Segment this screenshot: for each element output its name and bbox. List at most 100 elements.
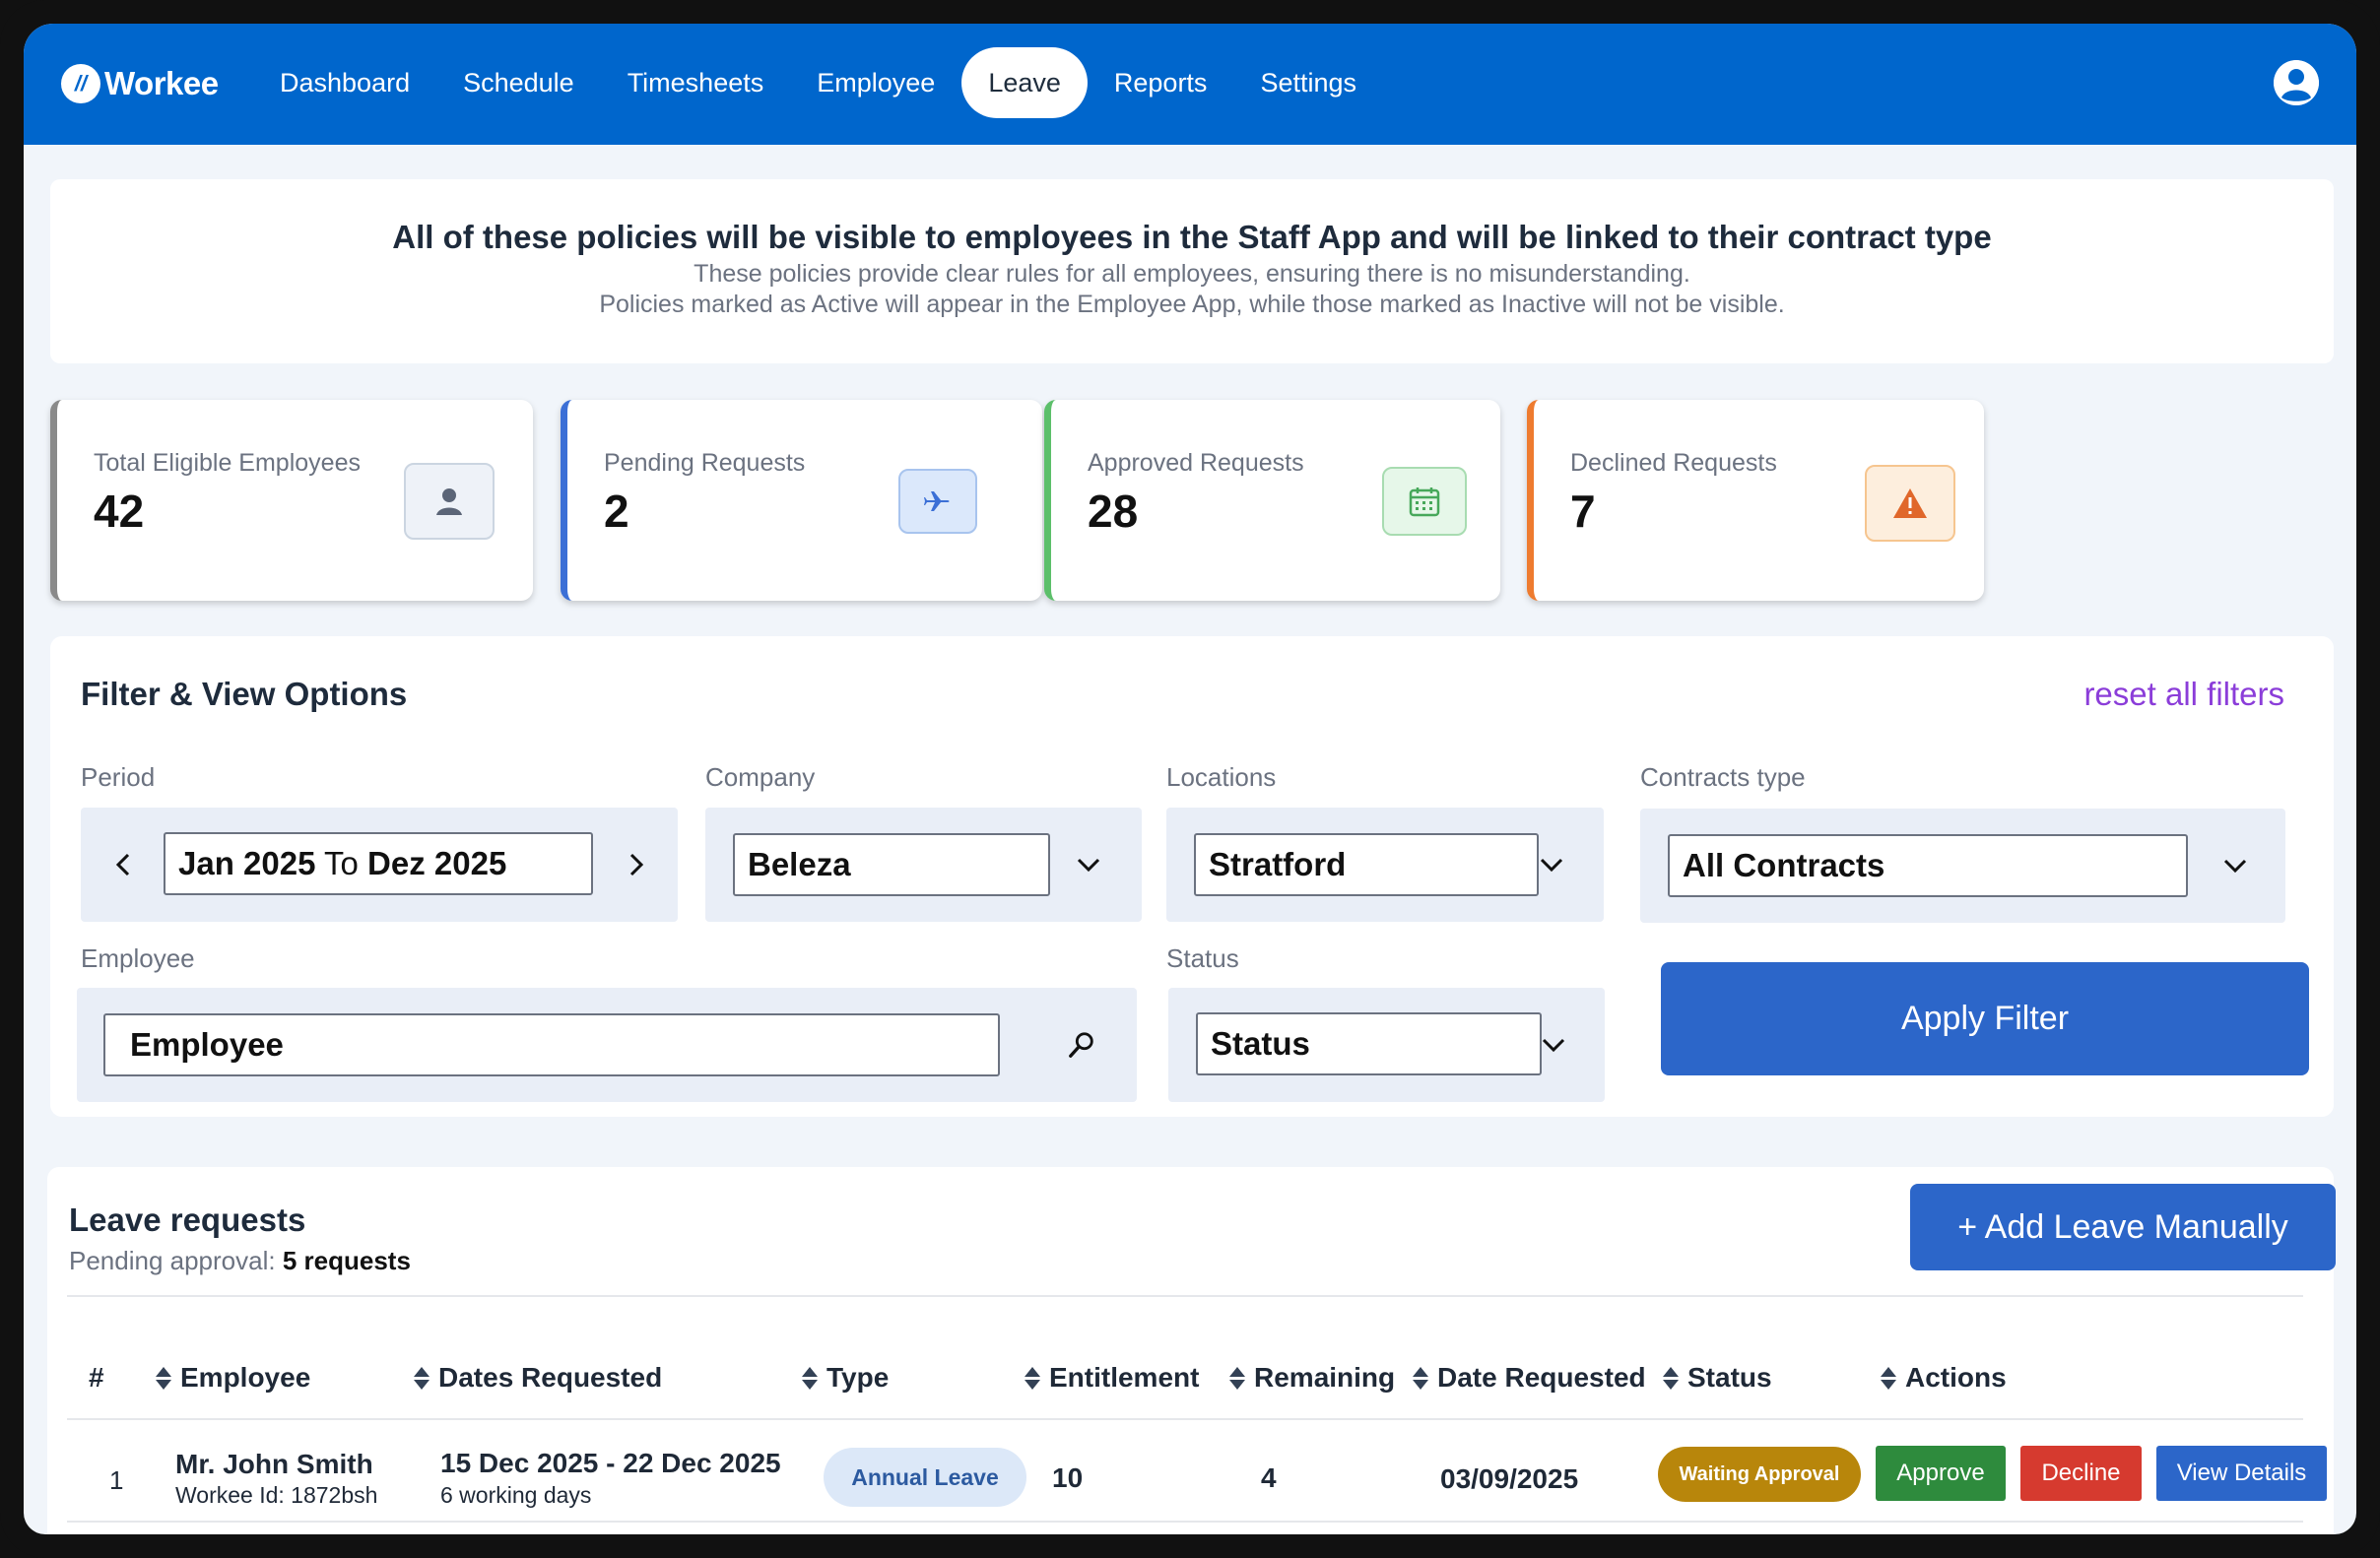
column-header-status[interactable]: Status: [1663, 1362, 1772, 1394]
column-header-remaining[interactable]: Remaining: [1229, 1362, 1395, 1394]
device-frame: // Workee Dashboard Schedule Timesheets …: [0, 0, 2380, 1558]
stat-label: Pending Requests: [604, 449, 806, 477]
status-label: Status: [1166, 943, 1239, 973]
remaining-value: 4: [1261, 1462, 1277, 1493]
user-circle-icon[interactable]: [2274, 60, 2319, 105]
workee-id: Workee Id: 1872bsh: [175, 1482, 378, 1508]
employee-name: Mr. John Smith: [175, 1449, 373, 1479]
employee-search-input[interactable]: Employee: [103, 1013, 1000, 1076]
row-index: 1: [109, 1465, 124, 1495]
stat-value: 2: [604, 486, 629, 537]
nav-links: Dashboard Schedule Timesheets Employee L…: [253, 47, 1383, 118]
period-field[interactable]: Jan 2025 To Dez 2025: [164, 832, 593, 895]
dates-requested: 15 Dec 2025 - 22 Dec 2025: [440, 1448, 781, 1478]
period-label: Period: [81, 762, 156, 792]
app-logo[interactable]: // Workee: [61, 64, 219, 103]
sort-icon: [156, 1366, 171, 1390]
sort-icon: [1663, 1366, 1679, 1390]
column-header-type[interactable]: Type: [802, 1362, 889, 1394]
contracts-label: Contracts type: [1640, 762, 1806, 792]
add-leave-manually-button[interactable]: + Add Leave Manually: [1910, 1184, 2336, 1270]
banner-title: All of these policies will be visible to…: [392, 219, 1992, 255]
company-value: Beleza: [733, 833, 1050, 896]
nav-item-leave[interactable]: Leave: [961, 47, 1088, 118]
status-badge: Waiting Approval: [1658, 1447, 1861, 1502]
pending-summary: Pending approval: 5 requests: [69, 1246, 411, 1276]
nav-item-employee[interactable]: Employee: [790, 47, 961, 118]
nav-item-schedule[interactable]: Schedule: [436, 47, 601, 118]
column-header-actions[interactable]: Actions: [1881, 1362, 2007, 1394]
decline-button[interactable]: Decline: [2020, 1446, 2142, 1501]
filter-panel-title: Filter & View Options: [81, 676, 408, 712]
status-select[interactable]: Status: [1168, 988, 1605, 1102]
column-header-dates[interactable]: Dates Requested: [414, 1362, 662, 1394]
stat-label: Declined Requests: [1570, 449, 1777, 477]
stat-card-pending: Pending Requests 2: [561, 400, 1042, 601]
calendar-icon: [1382, 467, 1467, 536]
date-requested-value: 03/09/2025: [1440, 1463, 1579, 1494]
status-value: Status: [1196, 1012, 1542, 1075]
leave-type-badge: Annual Leave: [824, 1448, 1026, 1507]
employee-label: Employee: [81, 943, 195, 973]
banner-line-1: These policies provide clear rules for a…: [694, 260, 1690, 288]
company-label: Company: [705, 762, 816, 792]
employee-search: Employee: [77, 988, 1137, 1102]
contracts-value: All Contracts: [1668, 834, 2188, 897]
stat-card-approved: Approved Requests 28: [1044, 400, 1500, 601]
nav-item-timesheets[interactable]: Timesheets: [601, 47, 791, 118]
policy-info-banner: All of these policies will be visible to…: [50, 179, 2334, 363]
leave-requests-panel: Leave requests Pending approval: 5 reque…: [47, 1167, 2336, 1534]
divider: [67, 1521, 2303, 1523]
stat-value: 28: [1088, 486, 1139, 537]
apply-filter-button[interactable]: Apply Filter: [1661, 962, 2309, 1075]
column-header-date-requested[interactable]: Date Requested: [1413, 1362, 1646, 1394]
stat-value: 7: [1570, 486, 1596, 537]
filter-panel: Filter & View Options reset all filters …: [50, 636, 2334, 1117]
nav-item-reports[interactable]: Reports: [1088, 47, 1234, 118]
column-header-entitlement[interactable]: Entitlement: [1025, 1362, 1199, 1394]
stat-value: 42: [94, 486, 145, 537]
logo-icon: //: [61, 64, 100, 103]
sort-icon: [414, 1366, 430, 1390]
app-screen: // Workee Dashboard Schedule Timesheets …: [24, 24, 2356, 1534]
stat-card-declined: Declined Requests 7: [1527, 400, 1984, 601]
period-from: Jan 2025: [178, 845, 316, 881]
period-joiner: To: [315, 845, 368, 881]
locations-label: Locations: [1166, 762, 1277, 792]
pending-count: 5 requests: [282, 1246, 411, 1275]
plane-icon: [898, 469, 977, 534]
chevron-left-icon[interactable]: [108, 850, 138, 879]
sort-icon: [802, 1366, 818, 1390]
user-icon: [404, 463, 495, 540]
reset-filters-link[interactable]: reset all filters: [2083, 676, 2284, 713]
stat-card-total-eligible: Total Eligible Employees 42: [50, 400, 533, 601]
locations-select[interactable]: Stratford: [1166, 808, 1604, 922]
view-details-button[interactable]: View Details: [2156, 1446, 2327, 1501]
nav-item-dashboard[interactable]: Dashboard: [253, 47, 436, 118]
stat-label: Total Eligible Employees: [94, 449, 361, 477]
stat-label: Approved Requests: [1088, 449, 1304, 477]
sort-icon: [1025, 1366, 1040, 1390]
contracts-select[interactable]: All Contracts: [1640, 809, 2285, 923]
approve-button[interactable]: Approve: [1876, 1446, 2006, 1501]
sort-icon: [1229, 1366, 1245, 1390]
banner-line-2: Policies marked as Active will appear in…: [599, 291, 1785, 318]
divider: [67, 1295, 2303, 1297]
nav-item-settings[interactable]: Settings: [1233, 47, 1383, 118]
leave-requests-title: Leave requests: [69, 1201, 306, 1238]
sort-icon: [1413, 1366, 1428, 1390]
period-selector: Jan 2025 To Dez 2025: [81, 808, 678, 922]
chevron-right-icon[interactable]: [622, 850, 651, 879]
search-icon[interactable]: [1067, 1030, 1096, 1060]
locations-value: Stratford: [1194, 833, 1539, 896]
divider: [67, 1418, 2303, 1420]
chevron-down-icon: [1537, 850, 1566, 879]
chevron-down-icon: [1539, 1030, 1568, 1060]
chevron-down-icon: [2220, 851, 2250, 880]
top-nav: // Workee Dashboard Schedule Timesheets …: [24, 24, 2356, 145]
app-name: Workee: [104, 65, 219, 101]
column-header-employee[interactable]: Employee: [156, 1362, 310, 1394]
chevron-down-icon: [1074, 850, 1103, 879]
company-select[interactable]: Beleza: [705, 808, 1142, 922]
entitlement-value: 10: [1052, 1462, 1084, 1493]
